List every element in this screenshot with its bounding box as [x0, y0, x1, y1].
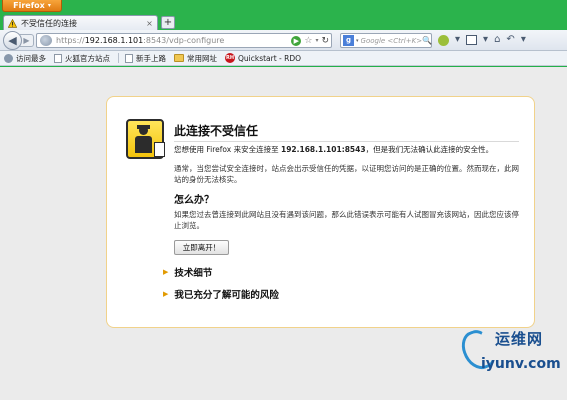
- addon-icon[interactable]: [438, 34, 449, 46]
- chevron-down-icon[interactable]: ▾: [521, 34, 526, 46]
- bookmark-label: 火狐官方站点: [65, 53, 110, 63]
- bookmark-star-icon[interactable]: ☆: [304, 36, 312, 46]
- tab-untrusted-connection[interactable]: 不受信任的连接 ×: [3, 15, 158, 30]
- url-bar[interactable]: https://192.168.1.101:8543/vdp-configure…: [36, 33, 332, 48]
- error-detail: 通常，当您尝试安全连接时，站点会出示受信任的凭据，以证明您访问的是正确的位置。然…: [174, 164, 519, 184]
- url-host: 192.168.1.101: [84, 36, 144, 45]
- error-box: 此连接不受信任 您想使用 Firefox 来安全连接至 192.168.1.10…: [106, 96, 535, 328]
- bookmark-label: Quickstart - RDO: [238, 53, 302, 63]
- page-content: 此连接不受信任 您想使用 Firefox 来安全连接至 192.168.1.10…: [0, 67, 567, 400]
- watermark: 运维网 iyunv.com: [457, 322, 563, 392]
- url-protocol: https://: [56, 36, 85, 45]
- redhat-icon: RH: [225, 53, 235, 63]
- expand-arrow-icon: ▶: [163, 290, 169, 298]
- bookmarks-toolbar: 访问最多 火狐官方站点 新手上路 常用网址 RH Quickstart - RD…: [0, 51, 567, 66]
- technical-details-expander[interactable]: ▶ 技术细节: [163, 265, 212, 279]
- section-title: 怎么办？: [174, 195, 214, 206]
- chevron-down-icon[interactable]: ▾: [483, 34, 488, 46]
- get-me-out-button[interactable]: 立即离开！: [174, 240, 229, 255]
- forward-button[interactable]: ▶: [20, 34, 34, 47]
- expander-label: 我已充分了解可能的风险: [174, 290, 279, 301]
- new-tab-button[interactable]: +: [161, 16, 175, 29]
- description-prefix: 您想使用 Firefox 来安全连接至: [174, 145, 281, 154]
- chevron-down-icon: ▾: [47, 2, 51, 9]
- gear-icon: [4, 53, 13, 63]
- tab-strip: 不受信任的连接 × +: [0, 14, 567, 30]
- expand-arrow-icon: ▶: [163, 268, 169, 276]
- page-title: 此连接不受信任: [174, 122, 519, 142]
- navigation-bar: ▶ ◀ https://192.168.1.101:8543/vdp-confi…: [0, 30, 567, 51]
- description-host: 192.168.1.101:8543: [280, 145, 366, 154]
- firefox-menu-label: Firefox: [13, 1, 45, 10]
- title-bar: Firefox ▾: [0, 0, 567, 14]
- page-icon: [54, 53, 62, 63]
- watermark-url: iyunv.com: [481, 356, 561, 372]
- bookmark-most-visited[interactable]: 访问最多: [4, 53, 46, 64]
- search-input[interactable]: Google <Ctrl+K>: [361, 37, 422, 45]
- bookmark-quickstart-rdo[interactable]: RH Quickstart - RDO: [225, 53, 301, 63]
- bookmark-label: 访问最多: [16, 53, 46, 63]
- bookmark-common-sites[interactable]: 常用网址: [174, 53, 217, 64]
- firefox-menu-button[interactable]: Firefox ▾: [2, 0, 62, 12]
- toolbar-icons: ▾ ▾ ⌂ ↶ ▾: [438, 34, 526, 46]
- back-button[interactable]: ◀: [3, 31, 22, 50]
- bookmark-separator: [118, 53, 119, 63]
- bookmark-getting-started[interactable]: 新手上路: [125, 53, 166, 64]
- refresh-icon[interactable]: ↻: [321, 36, 329, 46]
- url-bar-icons: ▶ ☆ ▾ ↻: [291, 35, 331, 46]
- bookmark-label: 常用网址: [187, 53, 217, 63]
- expander-label: 技术细节: [174, 268, 213, 279]
- globe-icon: [40, 35, 52, 46]
- description-suffix: ，但是我们无法确认此连接的安全性。: [365, 145, 494, 154]
- understand-risks-expander[interactable]: ▶ 我已充分了解可能的风险: [163, 287, 279, 301]
- error-description: 您想使用 Firefox 来安全连接至 192.168.1.101:8543，但…: [174, 144, 519, 155]
- undo-icon[interactable]: ↶: [506, 34, 514, 46]
- tab-title: 不受信任的连接: [21, 18, 77, 28]
- error-advice: 如果您过去曾连接到此网站且没有遇到该问题，那么此错误表示可能有人试图冒充该网站，…: [174, 210, 519, 230]
- url-text[interactable]: https://192.168.1.101:8543/vdp-configure: [56, 36, 224, 45]
- window-icon[interactable]: [466, 35, 478, 45]
- home-icon[interactable]: ⌂: [494, 34, 500, 46]
- watermark-title: 运维网: [495, 330, 544, 348]
- search-engine-icon[interactable]: g: [343, 35, 354, 46]
- search-bar[interactable]: g ▾ Google <Ctrl+K> 🔍: [340, 33, 432, 48]
- certificate-error-icon: [126, 119, 165, 159]
- close-icon[interactable]: ×: [145, 19, 154, 28]
- folder-icon: [174, 54, 184, 62]
- url-path: :8543/vdp-configure: [143, 36, 225, 45]
- bookmark-firefox-site[interactable]: 火狐官方站点: [54, 53, 110, 64]
- page-icon: [125, 53, 133, 63]
- go-icon[interactable]: ▶: [291, 35, 302, 46]
- bookmark-label: 新手上路: [136, 53, 166, 63]
- chevron-down-icon[interactable]: ▾: [356, 38, 359, 44]
- history-dropdown-icon[interactable]: ▾: [315, 37, 318, 44]
- warning-icon: [8, 18, 17, 28]
- search-icon[interactable]: 🔍: [422, 36, 432, 45]
- chevron-down-icon[interactable]: ▾: [455, 34, 460, 46]
